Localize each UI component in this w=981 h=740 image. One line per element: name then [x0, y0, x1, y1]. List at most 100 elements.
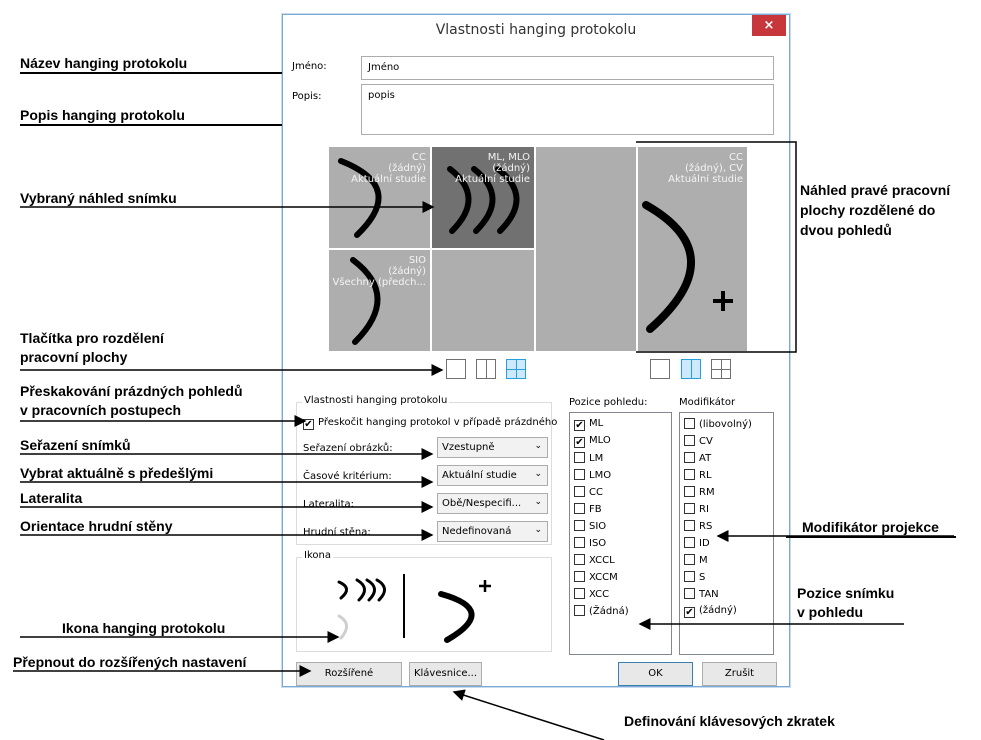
list-item[interactable]: RS: [684, 520, 712, 532]
time-criterion-label: Časové kritérium:: [303, 471, 392, 482]
annotation-sort: Seřazení snímků: [20, 437, 131, 453]
checkbox-icon[interactable]: [574, 588, 585, 599]
annotation-right-workspace-line2: plochy rozdělené do: [800, 202, 936, 218]
preview-tile-ml-mlo-selected[interactable]: ML, MLO (žádný) Aktuální studie: [431, 146, 535, 249]
checkbox-checked-icon[interactable]: ✔: [303, 419, 314, 430]
list-item[interactable]: ✔ ML: [574, 418, 603, 431]
checkbox-icon[interactable]: [574, 554, 585, 565]
list-item[interactable]: M: [684, 554, 708, 566]
checkbox-checked-icon[interactable]: ✔: [684, 607, 695, 618]
list-item[interactable]: XCC: [574, 588, 609, 600]
hanging-protocol-dialog: Vlastnosti hanging protokolu × Jméno: Jm…: [282, 14, 790, 687]
laterality-dropdown[interactable]: Obě/Nespecifi... ⌄: [437, 493, 548, 514]
checkbox-icon[interactable]: [684, 520, 695, 531]
list-item[interactable]: CC: [574, 486, 603, 498]
list-item[interactable]: ISO: [574, 537, 606, 549]
list-item[interactable]: LM: [574, 452, 603, 464]
checkbox-icon[interactable]: [574, 486, 585, 497]
layout-single-button-left[interactable]: [446, 359, 466, 379]
list-item-label: (Žádná): [589, 606, 629, 617]
list-item[interactable]: SIO: [574, 520, 606, 532]
checkbox-icon[interactable]: [684, 571, 695, 582]
layout-grid-2x2-button-right[interactable]: [711, 359, 731, 379]
hanging-protocol-icon: [337, 574, 491, 643]
checkbox-icon[interactable]: [574, 503, 585, 514]
preview-tile-right-empty[interactable]: [535, 146, 637, 352]
checkbox-icon[interactable]: [574, 605, 585, 616]
annotation-underline: [786, 536, 956, 538]
chest-wall-dropdown[interactable]: Nedefinovaná ⌄: [437, 521, 548, 542]
layout-single-button-right[interactable]: [650, 359, 670, 379]
ok-button[interactable]: OK: [618, 662, 693, 686]
view-position-list[interactable]: ✔ ML ✔ MLO LM LMO CC FB SIO ISO XCCL XCCM …: [569, 412, 672, 655]
annotation-protocol-description: Popis hanging protokolu: [20, 107, 185, 123]
list-item[interactable]: (libovolný): [684, 418, 752, 430]
list-item-label: CV: [699, 436, 713, 447]
name-field[interactable]: Jméno: [361, 56, 774, 80]
checkbox-icon[interactable]: [684, 537, 695, 548]
list-item-label: XCC: [589, 589, 610, 600]
checkbox-icon[interactable]: [684, 486, 695, 497]
preview-tile-empty[interactable]: [431, 249, 535, 352]
list-item[interactable]: RL: [684, 469, 712, 481]
list-item[interactable]: CV: [684, 435, 713, 447]
layout-grid-2x2-button-left[interactable]: [506, 359, 526, 379]
list-item[interactable]: XCCM: [574, 571, 618, 583]
checkbox-icon[interactable]: [574, 452, 585, 463]
preview-tile-sio[interactable]: SIO (žádný) Všechny (předch...: [328, 249, 431, 352]
annotation-underline: [20, 72, 282, 74]
list-item[interactable]: TAN: [684, 588, 719, 600]
checkbox-icon[interactable]: [574, 537, 585, 548]
chevron-down-icon: ⌄: [534, 441, 542, 451]
checkbox-checked-icon[interactable]: ✔: [574, 420, 585, 431]
list-item[interactable]: ✔ MLO: [574, 435, 611, 448]
list-item[interactable]: ✔ (žádný): [684, 605, 737, 618]
advanced-button[interactable]: Rozšířené: [296, 662, 402, 686]
list-item[interactable]: LMO: [574, 469, 611, 481]
checkbox-icon[interactable]: [684, 469, 695, 480]
checkbox-icon[interactable]: [684, 452, 695, 463]
close-button[interactable]: ×: [752, 15, 786, 36]
preview-tile-cc[interactable]: CC (žádný) Aktuální studie: [328, 146, 431, 249]
list-item-label: (žádný): [699, 605, 737, 616]
list-item-label: RS: [699, 521, 713, 532]
title-bar: Vlastnosti hanging protokolu ×: [283, 15, 789, 46]
list-item[interactable]: XCCL: [574, 554, 615, 566]
tile-study-text: Všechny (předch...: [332, 277, 427, 288]
checkbox-checked-icon[interactable]: ✔: [574, 437, 585, 448]
list-item[interactable]: RI: [684, 503, 709, 515]
modifier-list[interactable]: (libovolný) CV AT RL RM RI RS ID M S TAN…: [679, 412, 774, 655]
list-item-label: FB: [589, 504, 602, 515]
layout-two-columns-button-left[interactable]: [476, 359, 496, 379]
checkbox-icon[interactable]: [574, 469, 585, 480]
list-item[interactable]: FB: [574, 503, 602, 515]
skip-empty-option[interactable]: ✔ Přeskočit hanging protokol v případě pr…: [303, 417, 557, 430]
layout-two-columns-button-right[interactable]: [681, 359, 701, 379]
annotation-protocol-name: Název hanging protokolu: [20, 55, 188, 71]
checkbox-icon[interactable]: [684, 435, 695, 446]
list-item[interactable]: S: [684, 571, 705, 583]
checkbox-icon[interactable]: [684, 503, 695, 514]
checkbox-icon[interactable]: [684, 588, 695, 599]
tile-caption: CC (žádný), CV Aktuální studie: [668, 152, 743, 185]
chevron-down-icon: ⌄: [534, 525, 542, 535]
tile-view-text: CC: [412, 152, 426, 163]
checkbox-icon[interactable]: [684, 554, 695, 565]
list-item[interactable]: (Žádná): [574, 605, 629, 617]
list-item[interactable]: ID: [684, 537, 710, 549]
tile-caption: CC (žádný) Aktuální studie: [351, 152, 426, 185]
list-item-label: RM: [699, 487, 715, 498]
cancel-button[interactable]: Zrušit: [702, 662, 777, 686]
checkbox-icon[interactable]: [574, 571, 585, 582]
annotation-advanced-settings: Přepnout do rozšířených nastavení: [13, 654, 247, 670]
description-field[interactable]: popis: [361, 84, 774, 135]
time-criterion-dropdown[interactable]: Aktuální studie ⌄: [437, 465, 548, 486]
list-item[interactable]: RM: [684, 486, 715, 498]
checkbox-icon[interactable]: [684, 418, 695, 429]
sort-dropdown[interactable]: Vzestupně ⌄: [437, 437, 548, 458]
checkbox-icon[interactable]: [574, 520, 585, 531]
preview-tile-cc-cv[interactable]: CC (žádný), CV Aktuální studie: [637, 146, 748, 352]
keyboard-button[interactable]: Klávesnice...: [409, 662, 482, 686]
list-item[interactable]: AT: [684, 452, 711, 464]
list-item-label: M: [699, 555, 708, 566]
